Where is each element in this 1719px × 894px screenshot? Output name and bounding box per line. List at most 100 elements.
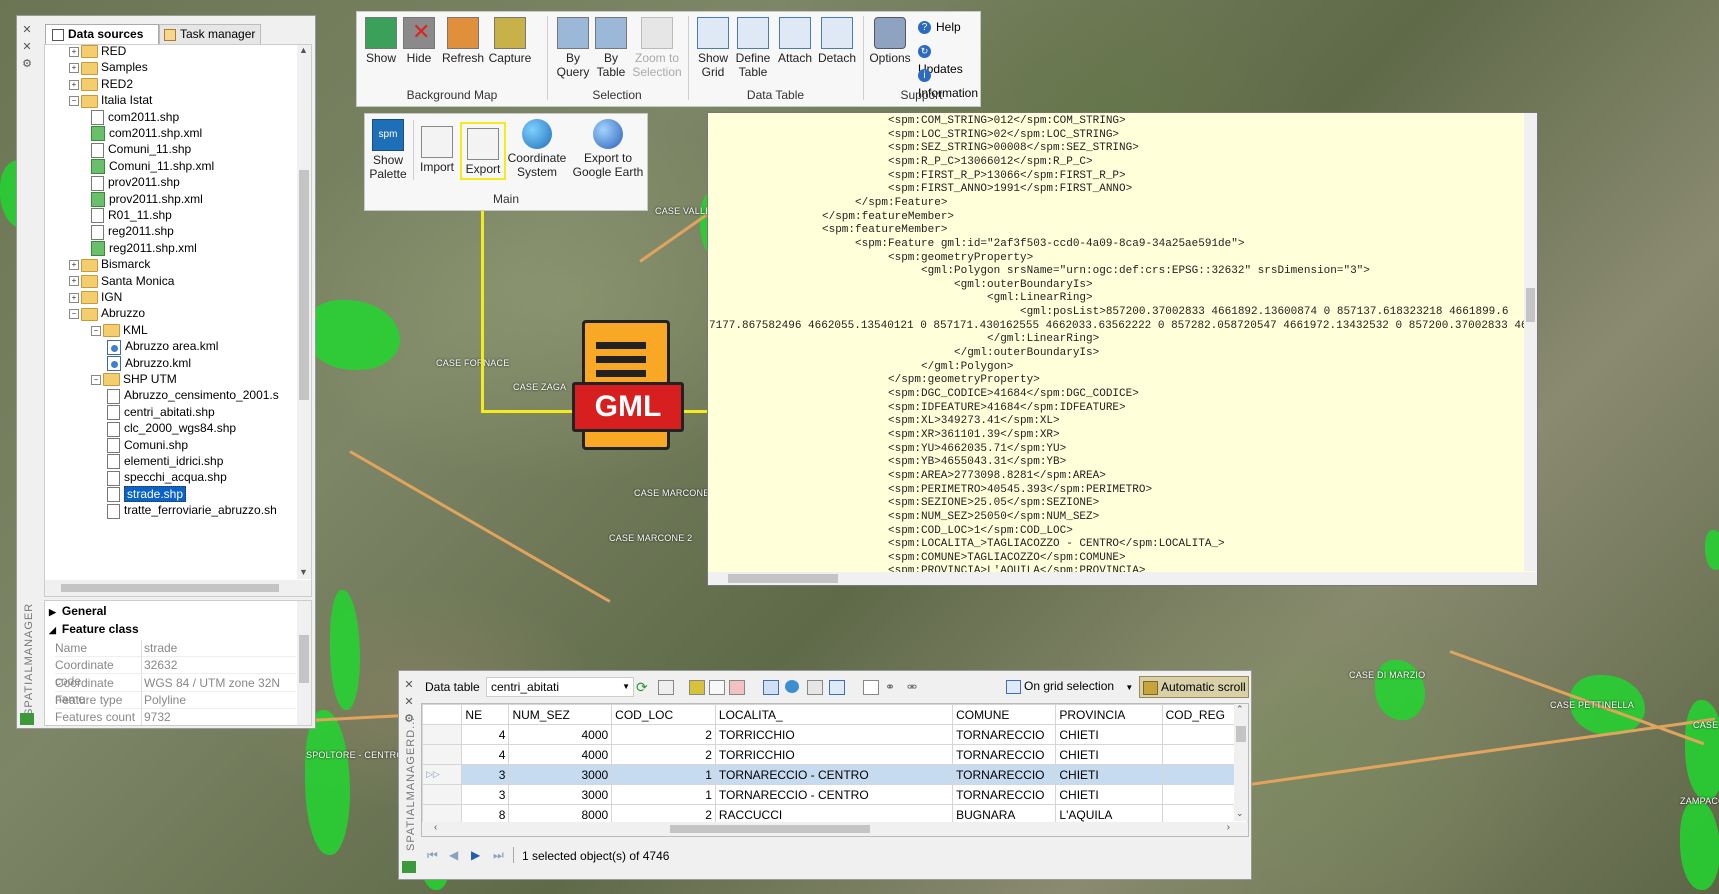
show-grid-button[interactable]: Show Grid bbox=[693, 17, 733, 79]
tree-node[interactable]: strade.shp bbox=[107, 485, 187, 503]
table-row[interactable]: 4 4000 2 TORRICCHIO TORNARECCIO CHIETI bbox=[422, 724, 1248, 745]
table-cell[interactable]: 1 bbox=[611, 764, 716, 785]
previous-record-icon[interactable]: ◀ bbox=[449, 848, 458, 862]
property-value[interactable]: strade bbox=[141, 640, 296, 657]
table-cell[interactable]: CHIETI bbox=[1055, 784, 1163, 805]
scroll-left-icon[interactable]: ‹ bbox=[434, 822, 437, 833]
tree-node[interactable]: Comuni_11.shp.xml bbox=[91, 158, 214, 175]
last-record-icon[interactable]: ⏭ bbox=[493, 848, 504, 863]
expand-toggle-icon[interactable]: + bbox=[69, 276, 79, 287]
table-cell[interactable]: 3000 bbox=[508, 784, 613, 805]
hide-background-map-button[interactable]: ✕ Hide bbox=[399, 17, 439, 65]
property-value[interactable]: WGS 84 / UTM zone 32N bbox=[141, 674, 296, 692]
column-header[interactable]: COMUNE bbox=[952, 704, 1057, 725]
column-header[interactable]: COD_LOC bbox=[611, 704, 716, 725]
tree-node[interactable]: − KML bbox=[91, 322, 148, 338]
refresh-icon[interactable]: ⟳ bbox=[636, 679, 652, 695]
column-header[interactable]: NE bbox=[461, 704, 510, 725]
table-cell[interactable]: CHIETI bbox=[1055, 764, 1163, 785]
automatic-scroll-toggle[interactable]: Automatic scroll bbox=[1139, 676, 1249, 698]
zoom-to-selection-button[interactable]: Zoom to Selection bbox=[627, 17, 687, 79]
gear-icon[interactable]: ⚙ bbox=[21, 56, 33, 73]
tree-node[interactable]: + RED bbox=[69, 45, 126, 59]
table-cell[interactable]: 4 bbox=[461, 744, 510, 765]
tree-node[interactable]: Comuni.shp bbox=[107, 437, 188, 453]
scroll-up-icon[interactable]: ⌃ bbox=[1236, 704, 1244, 715]
xml-horizontal-scrollbar[interactable] bbox=[708, 572, 1537, 585]
link-icon[interactable]: ⚭ bbox=[885, 680, 899, 694]
scroll-down-icon[interactable]: ⌄ bbox=[1236, 808, 1244, 819]
tree-node[interactable]: + Bismarck bbox=[69, 256, 150, 272]
tree-horizontal-scrollbar[interactable] bbox=[45, 580, 311, 596]
scroll-right-icon[interactable]: › bbox=[1227, 822, 1230, 833]
expand-toggle-icon[interactable]: + bbox=[69, 260, 79, 271]
tree-node[interactable]: + Santa Monica bbox=[69, 273, 174, 289]
filter-icon[interactable] bbox=[689, 680, 705, 695]
detach-button[interactable]: Detach bbox=[814, 17, 860, 65]
table-cell[interactable]: TORNARECCIO bbox=[952, 764, 1057, 785]
export-to-google-earth-button[interactable]: Export to Google Earth bbox=[571, 119, 645, 179]
tree-node[interactable]: Abruzzo area.kml bbox=[107, 338, 218, 355]
coordinate-system-button[interactable]: Coordinate System bbox=[505, 119, 569, 179]
unlink-icon[interactable]: ⚮ bbox=[907, 680, 921, 694]
row-header[interactable]: ▷▷ bbox=[422, 764, 463, 785]
scrollbar-thumb[interactable] bbox=[1236, 726, 1246, 742]
export-button[interactable]: Export bbox=[460, 122, 506, 180]
table-cell[interactable]: CHIETI bbox=[1055, 744, 1163, 765]
tree-node[interactable]: tratte_ferroviarie_abruzzo.sh bbox=[107, 502, 277, 519]
table-cell[interactable]: 4000 bbox=[508, 724, 613, 745]
first-record-icon[interactable]: ⏮ bbox=[427, 848, 438, 863]
table-cell[interactable]: TORRICCHIO bbox=[714, 724, 954, 745]
grid-icon[interactable] bbox=[763, 680, 779, 695]
tree-node[interactable]: + IGN bbox=[69, 289, 122, 305]
column-header[interactable]: PROVINCIA bbox=[1055, 704, 1163, 725]
tree-vertical-scrollbar[interactable]: ▲ ▼ bbox=[297, 45, 311, 579]
table-cell[interactable]: CHIETI bbox=[1055, 724, 1163, 745]
table-row[interactable]: 4 4000 2 TORRICCHIO TORNARECCIO CHIETI bbox=[422, 744, 1248, 765]
scrollbar-thumb[interactable] bbox=[61, 584, 279, 592]
scrollbar-thumb[interactable] bbox=[299, 635, 309, 683]
tree-node[interactable]: Abruzzo_censimento_2001.s bbox=[107, 387, 279, 404]
show-palette-button[interactable]: spm Show Palette bbox=[369, 119, 407, 181]
row-header[interactable] bbox=[422, 724, 463, 745]
on-grid-selection-dropdown[interactable]: On grid selection ▼ bbox=[1006, 677, 1133, 695]
show-background-map-button[interactable]: Show bbox=[361, 17, 401, 65]
row-header[interactable] bbox=[422, 784, 463, 805]
pin-icon[interactable]: ✕ bbox=[403, 694, 415, 711]
table-cell[interactable]: 2 bbox=[611, 724, 716, 745]
select-by-query-button[interactable]: By Query bbox=[553, 17, 593, 79]
property-value[interactable]: 9732 bbox=[141, 709, 296, 725]
expand-toggle-icon[interactable]: − bbox=[69, 96, 79, 107]
edit-table-icon[interactable] bbox=[863, 680, 879, 695]
select-records-icon[interactable] bbox=[807, 680, 823, 695]
column-header[interactable]: LOCALITA_ bbox=[714, 704, 954, 725]
tree-node[interactable]: prov2011.shp.xml bbox=[91, 191, 203, 207]
expand-toggle-icon[interactable]: + bbox=[69, 79, 79, 90]
table-cell[interactable]: TORNARECCIO bbox=[952, 744, 1057, 765]
table-select-dropdown[interactable]: centri_abitati ▼ bbox=[486, 677, 634, 697]
invert-selection-icon[interactable] bbox=[829, 680, 845, 695]
close-icon[interactable]: ✕ bbox=[403, 677, 415, 694]
tree-node[interactable]: specchi_acqua.shp bbox=[107, 469, 227, 486]
tree-node[interactable]: R01_11.shp bbox=[91, 207, 172, 224]
tree-node[interactable]: com2011.shp bbox=[91, 109, 179, 125]
column-header[interactable]: NUM_SEZ bbox=[508, 704, 613, 725]
table-cell[interactable]: 2 bbox=[611, 744, 716, 765]
table-row[interactable]: ▷▷ 3 3000 1 TORNARECCIO - CENTRO TORNARECCIO C… bbox=[422, 764, 1248, 785]
tree-node[interactable]: + RED2 bbox=[69, 76, 133, 92]
property-value[interactable]: Polyline bbox=[141, 691, 296, 709]
tree-node[interactable]: − SHP UTM bbox=[91, 371, 177, 387]
table-options-icon[interactable] bbox=[658, 680, 674, 695]
table-cell[interactable]: 4 bbox=[461, 724, 510, 745]
table-cell[interactable]: TORNARECCIO bbox=[952, 724, 1057, 745]
tree-node[interactable]: reg2011.shp bbox=[91, 223, 174, 240]
information-button[interactable]: iInformation bbox=[918, 66, 980, 100]
scroll-down-icon[interactable]: ▼ bbox=[299, 567, 308, 577]
options-button[interactable]: Options bbox=[867, 17, 913, 65]
section-general[interactable]: ▶ General bbox=[49, 603, 107, 620]
tab-data-sources[interactable]: Data sources bbox=[45, 24, 159, 44]
import-button[interactable]: Import bbox=[417, 126, 457, 174]
tree-node[interactable]: elementi_idrici.shp bbox=[107, 453, 223, 470]
tree-node[interactable]: Abruzzo.kml bbox=[107, 355, 191, 371]
scrollbar-thumb[interactable] bbox=[728, 574, 838, 583]
